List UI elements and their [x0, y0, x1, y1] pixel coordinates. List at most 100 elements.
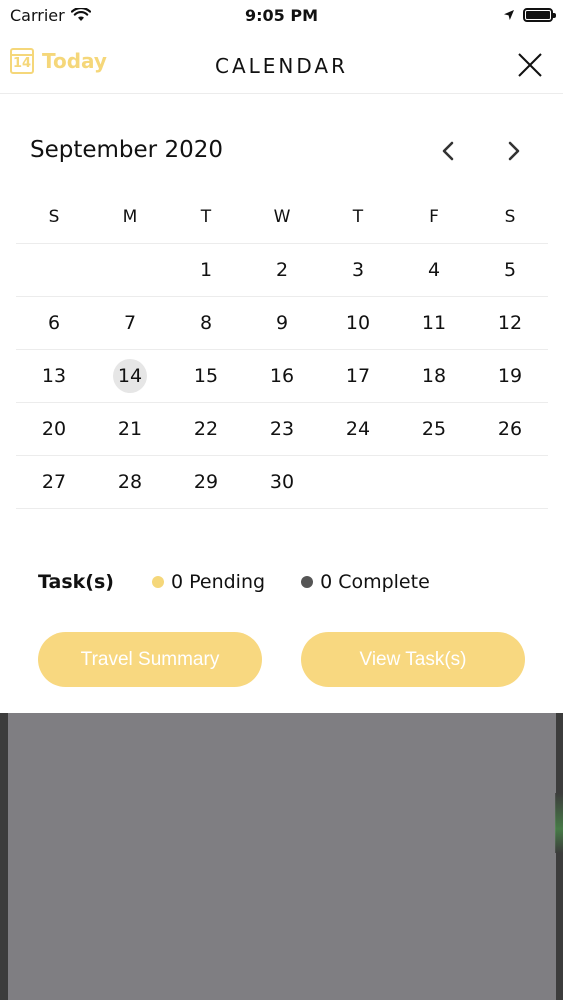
week-row: 13 14 15 16 17 18 19: [16, 350, 548, 403]
day-number: 13: [41, 365, 67, 387]
day-cell[interactable]: 24: [320, 403, 396, 455]
backdrop-stroke: [555, 793, 563, 853]
day-cell[interactable]: 16: [244, 350, 320, 402]
day-cell[interactable]: 1: [168, 244, 244, 296]
day-cell[interactable]: 27: [16, 456, 92, 508]
day-number: 3: [351, 259, 365, 281]
day-cell[interactable]: 4: [396, 244, 472, 296]
day-cell[interactable]: 29: [168, 456, 244, 508]
day-cell[interactable]: 21: [92, 403, 168, 455]
next-month-button[interactable]: [502, 138, 526, 164]
week-row: 6 7 8 9 10 11 12: [16, 297, 548, 350]
view-tasks-button[interactable]: View Task(s): [301, 632, 525, 687]
day-cell[interactable]: 15: [168, 350, 244, 402]
day-cell[interactable]: 9: [244, 297, 320, 349]
day-number: 27: [41, 471, 67, 493]
day-cell[interactable]: 22: [168, 403, 244, 455]
empty-day-cell: [16, 244, 92, 296]
day-cell[interactable]: 3: [320, 244, 396, 296]
weekday-tuesday: T: [200, 206, 212, 227]
day-cell-selected[interactable]: 14: [92, 350, 168, 402]
day-number: 23: [269, 418, 295, 440]
day-number: 16: [269, 365, 295, 387]
day-number: 24: [345, 418, 371, 440]
day-number: 18: [421, 365, 447, 387]
pending-legend: 0 Pending: [151, 571, 266, 593]
tasks-label: Task(s): [38, 571, 114, 593]
nav-bar: 14 Today CALENDAR: [0, 38, 563, 94]
month-title: September 2020: [30, 137, 223, 163]
day-number: 11: [421, 312, 447, 334]
empty-day-cell: [320, 456, 396, 508]
day-cell[interactable]: 11: [396, 297, 472, 349]
weekday-friday: F: [429, 206, 439, 227]
day-cell[interactable]: 8: [168, 297, 244, 349]
day-number: 5: [503, 259, 517, 281]
previous-month-button[interactable]: [436, 138, 460, 164]
selected-day-number: 14: [113, 359, 147, 393]
day-cell[interactable]: 18: [396, 350, 472, 402]
day-number: 19: [497, 365, 523, 387]
task-summary: Task(s) 0 Pending 0 Complete: [38, 571, 466, 593]
empty-day-cell: [396, 456, 472, 508]
status-bar: Carrier 9:05 PM: [0, 0, 563, 30]
weekday-thursday: T: [352, 206, 364, 227]
pending-dot-icon: [151, 576, 164, 588]
status-right: [503, 8, 556, 22]
empty-day-cell: [92, 244, 168, 296]
day-cell[interactable]: 5: [472, 244, 548, 296]
day-number: 9: [275, 312, 289, 334]
day-cell[interactable]: 13: [16, 350, 92, 402]
chevron-right-icon: [508, 141, 520, 161]
weekday-monday: M: [122, 206, 138, 227]
day-number: 21: [117, 418, 143, 440]
day-number: 8: [199, 312, 213, 334]
day-number: 25: [421, 418, 447, 440]
day-cell[interactable]: 30: [244, 456, 320, 508]
day-cell[interactable]: 2: [244, 244, 320, 296]
day-number: 29: [193, 471, 219, 493]
day-number: 22: [193, 418, 219, 440]
weekday-header-row: S M T W T F S: [16, 190, 548, 244]
calendar-sheet: Carrier 9:05 PM 14 Today CALENDAR Septem…: [0, 0, 563, 713]
weekday-wednesday: W: [273, 206, 291, 227]
weekday-sunday: S: [48, 206, 60, 227]
day-number: 7: [123, 312, 137, 334]
close-icon: [518, 53, 542, 77]
backdrop-panel: [8, 713, 556, 1000]
location-arrow-icon: [504, 10, 514, 20]
day-cell[interactable]: 26: [472, 403, 548, 455]
backdrop[interactable]: [0, 713, 563, 1000]
wifi-icon: [70, 8, 91, 21]
day-cell[interactable]: 25: [396, 403, 472, 455]
day-number: 12: [497, 312, 523, 334]
day-cell[interactable]: 6: [16, 297, 92, 349]
day-cell[interactable]: 23: [244, 403, 320, 455]
day-cell[interactable]: 7: [92, 297, 168, 349]
carrier-label: Carrier: [10, 5, 65, 25]
close-button[interactable]: [517, 52, 543, 78]
week-row: 1 2 3 4 5: [16, 244, 548, 297]
chevron-left-icon: [442, 141, 454, 161]
day-cell[interactable]: 10: [320, 297, 396, 349]
day-number: 4: [427, 259, 441, 281]
page-title: CALENDAR: [214, 54, 348, 78]
day-number: 2: [275, 259, 289, 281]
battery-icon: [523, 8, 556, 22]
complete-legend: 0 Complete: [301, 571, 430, 593]
status-left: Carrier: [10, 6, 91, 25]
week-row: 20 21 22 23 24 25 26: [16, 403, 548, 456]
pending-count: 0 Pending: [170, 571, 266, 593]
day-number: 30: [269, 471, 295, 493]
day-number: 15: [193, 365, 219, 387]
complete-count: 0 Complete: [320, 571, 430, 593]
day-cell[interactable]: 19: [472, 350, 548, 402]
day-cell[interactable]: 28: [92, 456, 168, 508]
day-cell[interactable]: 20: [16, 403, 92, 455]
calendar-grid: S M T W T F S 1 2 3 4 5 6 7 8 9 10 11 12: [16, 190, 548, 509]
empty-day-cell: [472, 456, 548, 508]
day-cell[interactable]: 12: [472, 297, 548, 349]
day-number: 1: [199, 259, 213, 281]
day-cell[interactable]: 17: [320, 350, 396, 402]
travel-summary-button[interactable]: Travel Summary: [38, 632, 262, 687]
